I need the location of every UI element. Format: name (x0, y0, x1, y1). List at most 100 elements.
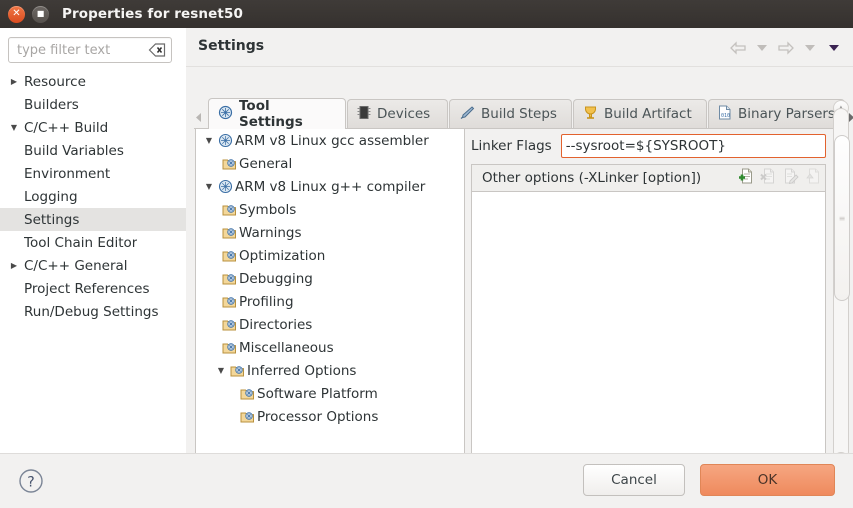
svg-text:010: 010 (721, 113, 730, 119)
twisty-expanded-icon[interactable]: ▼ (202, 182, 216, 191)
sidebar-item-cpp-general[interactable]: ▶ C/C++ General (0, 254, 186, 277)
tool-tree-item-arm-gpp-compiler[interactable]: ▼ ARM v8 Linux g++ compiler (196, 175, 464, 198)
tool-tree-item-warnings[interactable]: Warnings (196, 221, 464, 244)
help-icon[interactable]: ? (18, 468, 44, 494)
sidebar-item-tool-chain-editor[interactable]: Tool Chain Editor (0, 231, 186, 254)
sidebar-item-label: C/C++ General (24, 257, 128, 274)
sidebar-item-label: Run/Debug Settings (24, 303, 159, 320)
forward-arrow-icon[interactable] (775, 38, 797, 58)
clear-icon[interactable] (148, 42, 166, 57)
tab-scroll-left-icon[interactable] (194, 110, 204, 124)
folder-icon (220, 272, 239, 286)
sidebar-item-project-references[interactable]: Project References (0, 277, 186, 300)
twisty-collapsed-icon[interactable]: ▶ (4, 77, 24, 86)
sidebar-item-environment[interactable]: Environment (0, 162, 186, 185)
content-vertical-scrollbar[interactable]: ▲ ≡ ▼ (833, 100, 850, 468)
tool-tree-label: Inferred Options (247, 362, 357, 379)
tool-tree-item-optimization[interactable]: Optimization (196, 244, 464, 267)
tool-tree-label: Debugging (239, 270, 313, 287)
view-menu-chevron-icon[interactable] (823, 38, 845, 58)
tab-binary-parsers[interactable]: 010 Binary Parsers (708, 99, 845, 128)
title-bar: ✕ ■ Properties for resnet50 (0, 0, 853, 28)
tool-tree-item-symbols[interactable]: Symbols (196, 198, 464, 221)
folder-icon (238, 387, 257, 401)
maximize-icon[interactable]: ■ (32, 5, 49, 23)
folder-icon (220, 157, 239, 171)
sidebar-item-run-debug-settings[interactable]: Run/Debug Settings (0, 300, 186, 323)
twisty-expanded-icon[interactable]: ▼ (4, 123, 24, 132)
tool-options-tree: ▼ ARM v8 Linux gcc assembler General ▼ A… (195, 129, 465, 468)
tool-tree-item-profiling[interactable]: Profiling (196, 290, 464, 313)
tab-devices[interactable]: Devices (347, 99, 448, 128)
sidebar-item-cpp-build[interactable]: ▼ C/C++ Build (0, 116, 186, 139)
other-options-label: Other options (-XLinker [option]) (482, 170, 702, 186)
tool-tree-label: Directories (239, 316, 313, 333)
folder-icon (220, 295, 239, 309)
close-icon[interactable]: ✕ (8, 5, 25, 23)
window-title: Properties for resnet50 (62, 6, 243, 22)
folder-icon (238, 410, 257, 424)
page-title: Settings (198, 38, 265, 54)
binary-parsers-icon: 010 (718, 105, 732, 124)
devices-icon (357, 105, 371, 124)
chevron-down-icon[interactable] (751, 38, 773, 58)
tool-tree-item-general[interactable]: General (196, 152, 464, 175)
sidebar-item-resource[interactable]: ▶ Resource (0, 70, 186, 93)
settings-tree: ▶ Resource Builders ▼ C/C++ Build Build … (0, 70, 186, 453)
tool-tree-item-processor-options[interactable]: Processor Options (196, 405, 464, 428)
tool-tree-item-inferred-options[interactable]: ▼ Inferred Options (196, 359, 464, 382)
tool-tree-label: General (239, 155, 293, 172)
chevron-down-icon[interactable] (799, 38, 821, 58)
header-divider (186, 66, 853, 67)
folder-icon (220, 341, 239, 355)
filter-box[interactable] (8, 37, 172, 63)
tool-tree-label: Processor Options (257, 408, 379, 425)
sidebar-item-build-variables[interactable]: Build Variables (0, 139, 186, 162)
folder-icon (220, 249, 239, 263)
tool-tree-item-debugging[interactable]: Debugging (196, 267, 464, 290)
sidebar-item-label: Resource (24, 73, 86, 90)
folder-icon (228, 364, 247, 378)
other-options-header: Other options (-XLinker [option]) (472, 165, 825, 192)
sidebar-item-label: Project References (24, 280, 150, 297)
tool-icon (216, 133, 235, 148)
other-options-list[interactable] (472, 192, 825, 452)
twisty-collapsed-icon[interactable]: ▶ (4, 261, 24, 270)
tool-tree-label: Warnings (239, 224, 302, 241)
twisty-expanded-icon[interactable]: ▼ (214, 366, 228, 375)
tool-tree-label: Miscellaneous (239, 339, 334, 356)
tool-tree-item-arm-gcc-assembler[interactable]: ▼ ARM v8 Linux gcc assembler (196, 129, 464, 152)
cancel-button[interactable]: Cancel (583, 464, 685, 496)
sidebar-item-label: Tool Chain Editor (24, 234, 138, 251)
edit-icon (782, 168, 799, 188)
tool-tree-label: Software Platform (257, 385, 378, 402)
tab-build-steps[interactable]: Build Steps (449, 99, 572, 128)
filter-input[interactable] (15, 41, 139, 59)
sidebar-item-builders[interactable]: Builders (0, 93, 186, 116)
tool-tree-item-software-platform[interactable]: Software Platform (196, 382, 464, 405)
move-up-icon (804, 168, 821, 188)
scrollbar-track[interactable]: ≡ (833, 108, 850, 460)
tool-settings-icon (218, 105, 233, 124)
other-options-toolbar (738, 168, 825, 188)
properties-dialog: ✕ ■ Properties for resnet50 ▶ Resource (0, 0, 853, 508)
twisty-expanded-icon[interactable]: ▼ (202, 136, 216, 145)
sidebar-item-settings[interactable]: Settings (0, 208, 186, 231)
ok-button[interactable]: OK (700, 464, 835, 496)
tool-tree-item-miscellaneous[interactable]: Miscellaneous (196, 336, 464, 359)
tool-icon (216, 179, 235, 194)
add-icon[interactable] (738, 168, 755, 188)
sidebar-item-logging[interactable]: Logging (0, 185, 186, 208)
tab-label: Build Artifact (604, 106, 692, 122)
tab-label: Build Steps (481, 106, 557, 122)
linker-flags-input[interactable] (560, 134, 826, 158)
tab-build-artifact[interactable]: Build Artifact (573, 99, 707, 128)
scrollbar-thumb[interactable]: ≡ (834, 135, 850, 301)
tool-tree-label: ARM v8 Linux g++ compiler (235, 178, 426, 195)
tool-tree-label: Profiling (239, 293, 294, 310)
sidebar-item-label: C/C++ Build (24, 119, 109, 136)
tool-tree-label: Optimization (239, 247, 326, 264)
tab-tool-settings[interactable]: Tool Settings (208, 98, 346, 130)
tool-tree-item-directories[interactable]: Directories (196, 313, 464, 336)
back-arrow-icon[interactable] (727, 38, 749, 58)
